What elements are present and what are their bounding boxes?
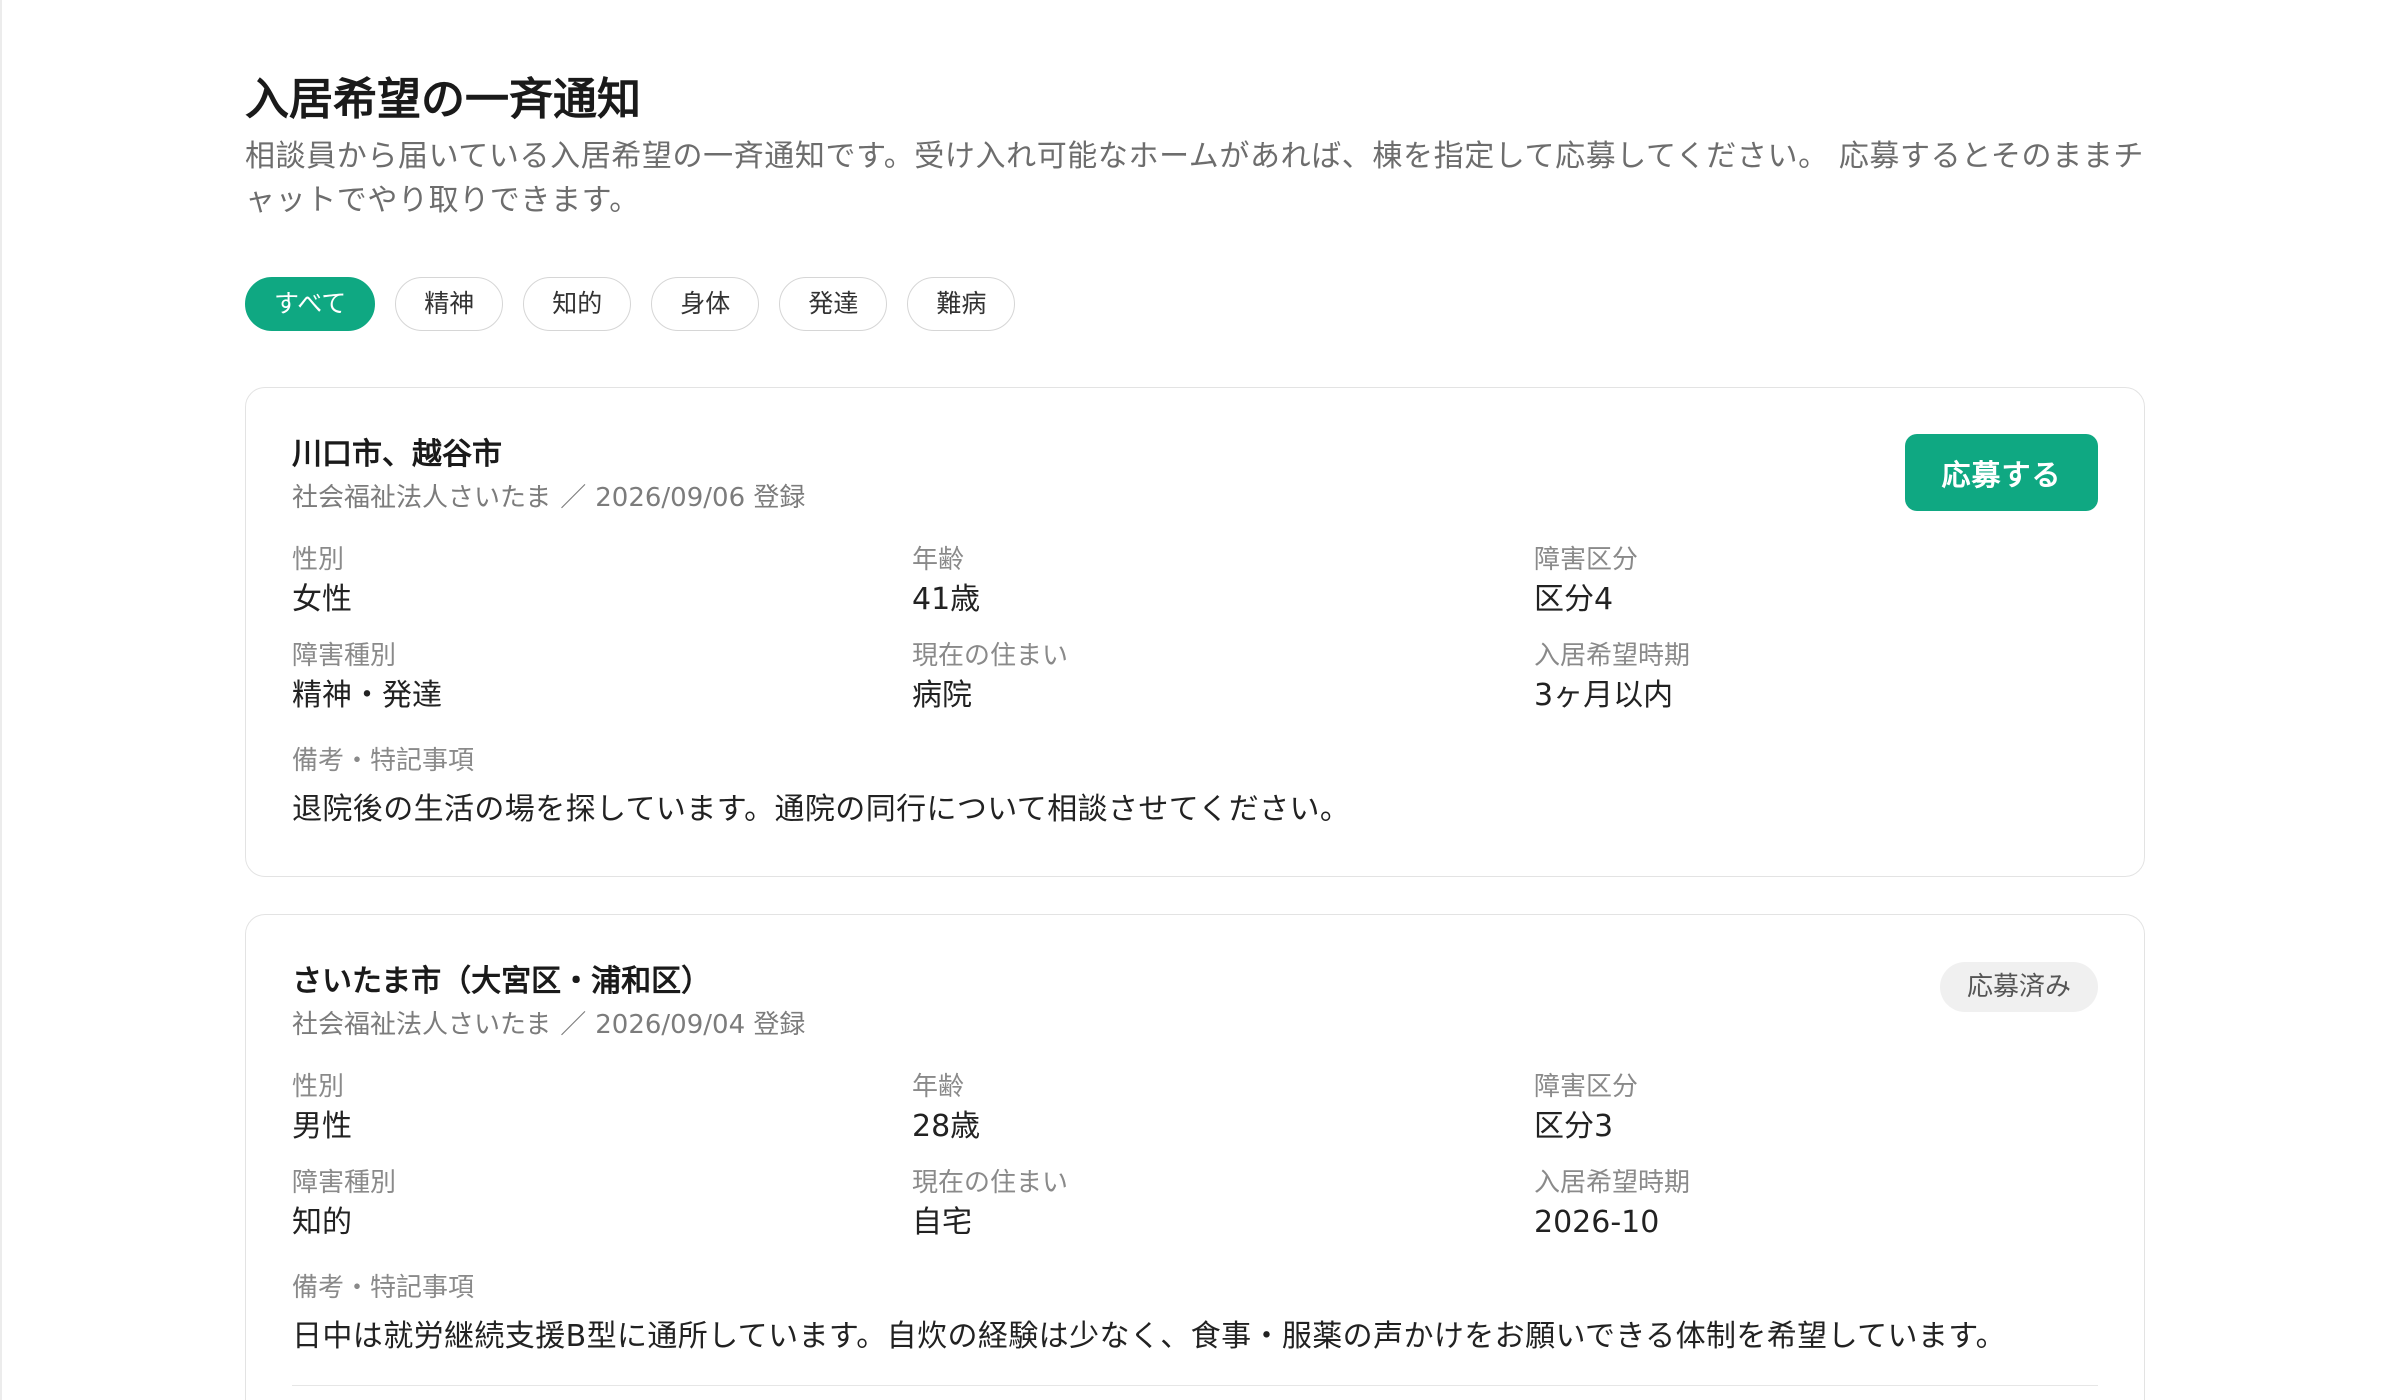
filter-chip-developmental[interactable]: 発達	[779, 277, 888, 331]
field-value-gender: 女性	[292, 582, 352, 617]
apply-button[interactable]: 応募する	[1905, 434, 2098, 511]
field-age: 年齢 28歳	[912, 1070, 1534, 1148]
field-value-disability-type: 知的	[292, 1205, 352, 1240]
filter-chip-intractable-disease[interactable]: 難病	[907, 277, 1016, 331]
card-notes: 備考・特記事項 退院後の生活の場を探しています。通院の同行について相談させてくだ…	[292, 744, 2098, 832]
field-label-gender: 性別	[292, 1072, 345, 1102]
field-value-gender: 男性	[292, 1109, 352, 1144]
card-organization: 社会福祉法人さいたま	[292, 483, 552, 513]
field-support-level: 障害区分 区分4	[1534, 543, 2098, 621]
field-value-support-level: 区分4	[1534, 582, 1614, 617]
field-label-support-level: 障害区分	[1534, 545, 1639, 575]
field-current-residence: 現在の住まい 病院	[912, 639, 1534, 717]
field-value-current-residence: 病院	[912, 678, 972, 713]
notes-text: 日中は就労継続支援B型に通所しています。自炊の経験は少なく、食事・服薬の声かけを…	[292, 1319, 2007, 1354]
field-desired-move-in: 入居希望時期 2026-10	[1534, 1166, 2098, 1244]
field-value-support-level: 区分3	[1534, 1109, 1614, 1144]
field-label-current-residence: 現在の住まい	[912, 1168, 1069, 1198]
filter-chip-physical[interactable]: 身体	[651, 277, 760, 331]
field-label-gender: 性別	[292, 545, 345, 575]
main-panel: 入居希望の一斉通知 相談員から届いている入居希望の一斉通知です。受け入れ可能なホ…	[0, 0, 2388, 1400]
field-label-desired-move-in: 入居希望時期	[1534, 641, 1691, 671]
meta-separator: ／	[560, 483, 587, 513]
filter-chip-all[interactable]: すべて	[245, 277, 376, 331]
field-disability-type: 障害種別 精神・発達	[292, 639, 912, 717]
request-card: 川口市、越谷市 社会福祉法人さいたま ／ 2026/09/06 登録 応募する 性別…	[245, 387, 2145, 877]
field-gender: 性別 男性	[292, 1070, 912, 1148]
request-card: さいたま市（大宮区・浦和区） 社会福祉法人さいたま／ 2026/09/04 登録 …	[245, 914, 2145, 1400]
card-meta: 社会福祉法人さいたま ／ 2026/09/06 登録	[292, 480, 805, 516]
field-desired-move-in: 入居希望時期 3ヶ月以内	[1534, 639, 2098, 717]
applied-status-badge: 応募済み	[1939, 962, 2098, 1012]
field-label-support-level: 障害区分	[1534, 1072, 1639, 1102]
card-divider	[292, 1385, 2098, 1386]
field-support-level: 障害区分 区分3	[1534, 1070, 2098, 1148]
card-area-title: 川口市、越谷市	[292, 437, 502, 472]
card-registered-date: 2026/09/06 登録	[595, 483, 806, 513]
request-list: 川口市、越谷市 社会福祉法人さいたま ／ 2026/09/06 登録 応募する 性別…	[245, 387, 2145, 1400]
filter-chip-intellectual[interactable]: 知的	[523, 277, 632, 331]
card-header: 川口市、越谷市 社会福祉法人さいたま ／ 2026/09/06 登録 応募する	[292, 434, 2098, 516]
field-label-age: 年齢	[912, 545, 965, 575]
card-area-title: さいたま市（大宮区・浦和区）	[292, 964, 712, 999]
filter-chip-mental[interactable]: 精神	[395, 277, 504, 331]
meta-separator: ／	[560, 1010, 587, 1040]
field-label-desired-move-in: 入居希望時期	[1534, 1168, 1691, 1198]
card-heading: 川口市、越谷市 社会福祉法人さいたま ／ 2026/09/06 登録	[292, 434, 805, 516]
card-fields: 性別 女性 年齢 41歳 障害区分 区分4 障害種別 精神・発達 現在の住まい	[292, 543, 2098, 717]
field-value-desired-move-in: 2026-10	[1534, 1205, 1660, 1240]
card-registered-date: 2026/09/04 登録	[595, 1010, 806, 1040]
card-notes: 備考・特記事項 日中は就労継続支援B型に通所しています。自炊の経験は少なく、食事…	[292, 1271, 2098, 1359]
card-heading: さいたま市（大宮区・浦和区） 社会福祉法人さいたま ／ 2026/09/04 登録	[292, 961, 805, 1043]
filter-chips: すべて 精神 知的 身体 発達 難病	[245, 277, 1016, 331]
field-gender: 性別 女性	[292, 543, 912, 621]
page-title: 入居希望の一斉通知	[245, 74, 641, 125]
field-value-age: 41歳	[912, 582, 981, 617]
page-header: 入居希望の一斉通知 相談員から届いている入居希望の一斉通知です。受け入れ可能なホ…	[245, 72, 2145, 223]
card-header: さいたま市（大宮区・浦和区） 社会福祉法人さいたま／ 2026/09/04 登録 …	[292, 961, 2098, 1043]
card-organization: 社会福祉法人さいたま	[292, 1010, 552, 1040]
field-value-desired-move-in: 3ヶ月以内	[1534, 678, 1674, 713]
field-value-age: 28歳	[912, 1109, 981, 1144]
field-label-current-residence: 現在の住まい	[912, 641, 1069, 671]
field-age: 年齢 41歳	[912, 543, 1534, 621]
sidebar-divider	[0, 0, 2, 1400]
field-label-disability-type: 障害種別	[292, 1168, 397, 1198]
field-value-disability-type: 精神・発達	[292, 678, 442, 713]
field-label-notes: 備考・特記事項	[292, 1273, 475, 1303]
page-description: 相談員から届いている入居希望の一斉通知です。受け入れ可能なホームがあれば、棟を指…	[245, 139, 2144, 218]
field-disability-type: 障害種別 知的	[292, 1166, 912, 1244]
field-label-disability-type: 障害種別	[292, 641, 397, 671]
field-current-residence: 現在の住まい 自宅	[912, 1166, 1534, 1244]
notes-text: 退院後の生活の場を探しています。通院の同行について相談させてください。	[292, 792, 1351, 827]
card-fields: 性別 男性 年齢 28歳 障害区分 区分3 障害種別 知的 現在の住まい 自宅 …	[292, 1070, 2098, 1244]
card-meta: 社会福祉法人さいたま ／ 2026/09/04 登録	[292, 1007, 805, 1043]
field-label-notes: 備考・特記事項	[292, 746, 475, 776]
field-label-age: 年齢	[912, 1072, 965, 1102]
field-value-current-residence: 自宅	[912, 1205, 972, 1240]
